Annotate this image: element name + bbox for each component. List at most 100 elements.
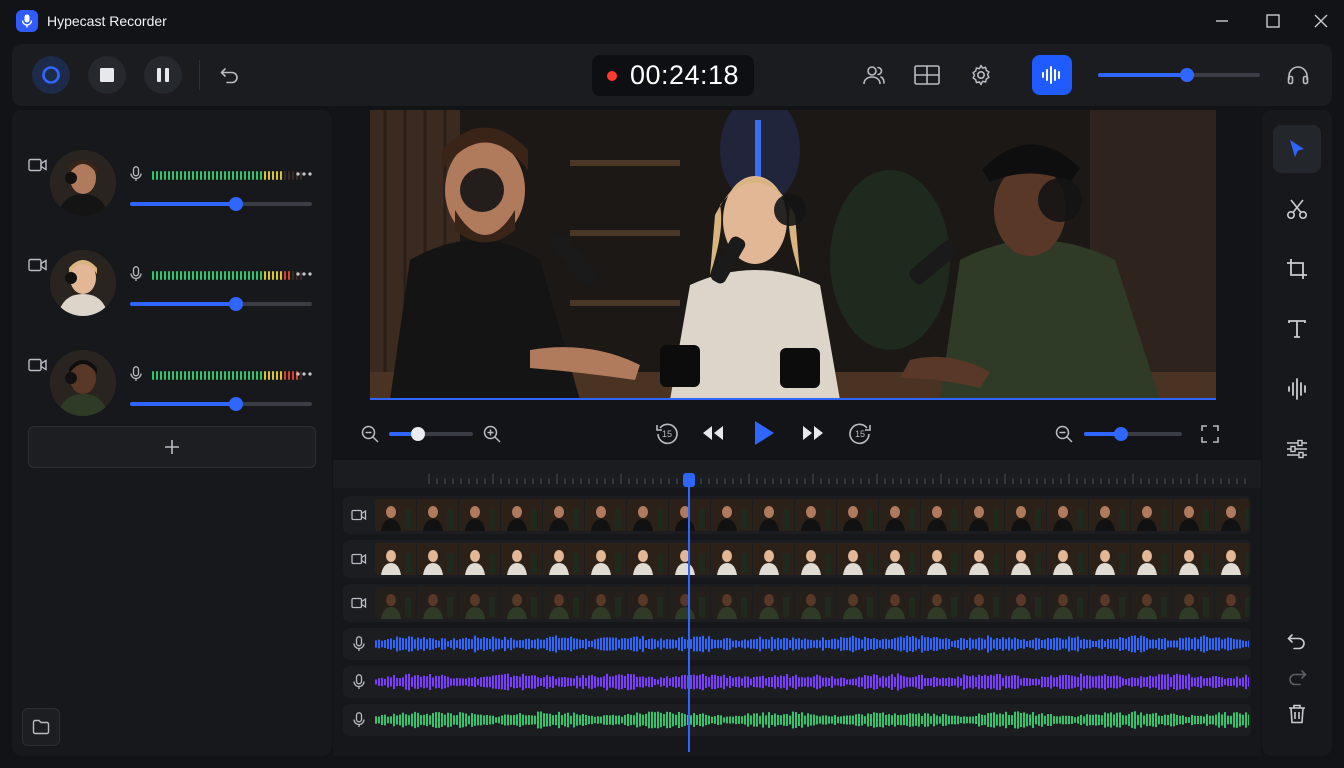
meter-segment <box>160 371 162 380</box>
timeline-zoom-out-button[interactable] <box>1052 422 1076 446</box>
video-track-camera-icon[interactable] <box>349 549 369 569</box>
more-options-icon[interactable] <box>296 172 312 176</box>
meter-segment <box>256 171 258 180</box>
audio-waveform[interactable] <box>375 631 1249 657</box>
video-clip[interactable] <box>375 543 1249 575</box>
output-volume-slider[interactable] <box>1098 68 1260 82</box>
meter-segment <box>156 271 158 280</box>
minimize-icon <box>1216 20 1228 22</box>
audio-track[interactable] <box>343 628 1251 660</box>
audio-waveform[interactable] <box>375 707 1249 733</box>
timeline-zoom-knob[interactable] <box>1114 427 1129 441</box>
adjust-tool[interactable] <box>1273 425 1321 473</box>
microphone-icon[interactable] <box>130 266 142 282</box>
crop-tool[interactable] <box>1273 245 1321 293</box>
participant-volume-slider[interactable] <box>130 397 312 411</box>
playhead-handle[interactable] <box>683 473 695 487</box>
meter-segment <box>180 371 182 380</box>
audio-track[interactable] <box>343 704 1251 736</box>
preview-zoom-knob[interactable] <box>411 427 426 441</box>
volume-knob[interactable] <box>228 397 243 411</box>
video-clip[interactable] <box>375 587 1249 619</box>
participant-volume-slider[interactable] <box>130 297 312 311</box>
audio-waveform[interactable] <box>375 669 1249 695</box>
text-tool[interactable] <box>1273 305 1321 353</box>
maximize-button[interactable] <box>1249 0 1297 42</box>
select-tool[interactable] <box>1273 125 1321 173</box>
more-options-icon[interactable] <box>296 272 312 276</box>
zoom-in-button[interactable] <box>480 422 504 446</box>
meter-segment <box>280 371 282 380</box>
meter-segment <box>152 171 154 180</box>
close-button[interactable] <box>1297 0 1344 42</box>
layout-button[interactable] <box>910 58 944 92</box>
headphones-button[interactable] <box>1281 58 1315 92</box>
meter-segment <box>184 271 186 280</box>
skip-back-button[interactable]: 15 <box>653 419 681 447</box>
microphone-icon[interactable] <box>130 366 142 382</box>
stop-button[interactable] <box>88 56 126 94</box>
timeline-ruler[interactable] <box>333 460 1261 488</box>
zoom-out-button[interactable] <box>358 422 382 446</box>
record-icon <box>42 66 60 84</box>
video-clip[interactable] <box>375 499 1249 531</box>
volume-knob[interactable] <box>228 297 243 311</box>
skip-back-icon: 15 <box>656 423 678 445</box>
cut-tool[interactable] <box>1273 185 1321 233</box>
timeline-zoom-slider[interactable] <box>1084 427 1182 441</box>
camera-icon[interactable] <box>28 358 48 372</box>
fullscreen-button[interactable] <box>1197 421 1223 447</box>
rewind-button[interactable] <box>699 419 727 447</box>
audio-track-microphone-icon[interactable] <box>349 672 369 692</box>
fullscreen-icon <box>1201 425 1219 443</box>
meter-segment <box>276 371 278 380</box>
play-button[interactable] <box>747 415 781 451</box>
meter-segment <box>204 371 206 380</box>
meter-segment <box>244 171 246 180</box>
audio-track[interactable] <box>343 666 1251 698</box>
skip-forward-button[interactable]: 15 <box>846 419 874 447</box>
delete-button[interactable] <box>1273 690 1321 738</box>
volume-knob[interactable] <box>228 197 243 211</box>
timeline[interactable] <box>333 460 1261 756</box>
video-track[interactable] <box>343 496 1251 534</box>
pause-button[interactable] <box>144 56 182 94</box>
meter-segment <box>288 271 290 280</box>
participant-volume-slider[interactable] <box>130 197 312 211</box>
scissors-icon <box>1286 199 1308 220</box>
video-preview[interactable] <box>370 110 1216 400</box>
camera-icon[interactable] <box>28 158 48 172</box>
audio-track-microphone-icon[interactable] <box>349 634 369 654</box>
video-track-camera-icon[interactable] <box>349 505 369 525</box>
meter-segment <box>188 171 190 180</box>
audio-track-microphone-icon[interactable] <box>349 710 369 730</box>
preview-zoom-slider[interactable] <box>389 427 473 441</box>
audio-wave-button[interactable] <box>1032 55 1072 95</box>
undo-recording-button[interactable] <box>213 58 247 92</box>
microphone-icon[interactable] <box>130 166 142 182</box>
settings-button[interactable] <box>964 58 998 92</box>
more-options-icon[interactable] <box>296 372 312 376</box>
record-button[interactable] <box>32 56 70 94</box>
zoom-out-icon <box>361 425 379 443</box>
add-participant-button[interactable] <box>28 426 316 468</box>
open-folder-button[interactable] <box>22 708 60 746</box>
playhead[interactable] <box>683 473 695 752</box>
camera-icon[interactable] <box>28 258 48 272</box>
play-icon <box>755 421 774 445</box>
meter-segment <box>272 371 274 380</box>
meter-segment <box>248 171 250 180</box>
video-track[interactable] <box>343 540 1251 578</box>
minimize-button[interactable] <box>1198 0 1246 42</box>
participants-icon <box>863 66 885 85</box>
meter-segment <box>184 371 186 380</box>
audio-tool[interactable] <box>1273 365 1321 413</box>
video-track-camera-icon[interactable] <box>349 593 369 613</box>
video-track[interactable] <box>343 584 1251 622</box>
meter-segment <box>188 371 190 380</box>
meter-segment <box>232 171 234 180</box>
recording-timer: 00:24:18 <box>592 55 754 96</box>
output-volume-knob[interactable] <box>1180 68 1195 82</box>
fast-forward-button[interactable] <box>799 419 827 447</box>
participants-button[interactable] <box>857 58 891 92</box>
